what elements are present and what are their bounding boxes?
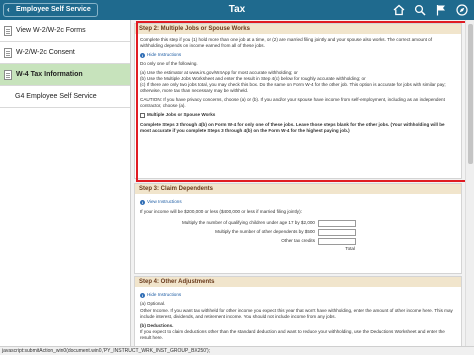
qualifying-children-input[interactable] [318,219,356,227]
info-icon: i [140,292,145,298]
hide-instructions-label: Hide Instructions [147,52,182,57]
optional-text: (a) Optional. [140,301,166,306]
total-label: Total [345,246,355,251]
document-icon [4,47,12,58]
multiple-jobs-checkbox-row: Multiple Jobs or Spouse Works [140,112,456,118]
scrollbar-thumb[interactable] [468,24,473,164]
sidebar-item-label: W-4 Tax Information [16,71,83,78]
sidebar-item-label: W-2/W-2c Consent [16,49,75,56]
multiple-jobs-checkbox-label: Multiple Jobs or Spouse Works [147,112,216,117]
main-scrollbar[interactable] [465,20,474,346]
multiple-jobs-checkbox[interactable] [140,112,145,118]
top-header: ‹ Employee Self Service Tax [0,0,474,20]
document-icon [4,25,12,36]
qualifying-children-label: Multiply the number of qualifying childr… [181,220,315,225]
sidebar-item-w4-tax-information[interactable]: W-4 Tax Information [0,64,130,86]
sidebar: View W-2/W-2c Forms W-2/W-2c Consent W-4… [0,20,131,355]
header-actions [393,3,468,17]
hide-instructions-link[interactable]: i Hide Instructions [140,292,456,298]
option-c-text: (c) If there are only two jobs total, yo… [140,82,446,93]
flag-icon[interactable] [435,4,447,16]
step2-title: Step 2: Multiple Jobs or Spouse Works [135,24,461,34]
info-icon: i [140,199,145,205]
hide-instructions-label: Hide Instructions [147,292,182,297]
other-dependents-row: Multiply the number of other dependents … [140,228,456,236]
step4-title: Step 4: Other Adjustments [135,277,461,287]
deductions-text: If you expect to claim deductions other … [140,329,445,340]
browser-status-bar: javascript:submitAction_win0(document.wi… [0,346,474,355]
other-tax-credits-input[interactable] [318,237,356,245]
step3-title: Step 3: Claim Dependents [135,184,461,194]
sidebar-item-label: G4 Employee Self Service [15,93,97,100]
view-instructions-label: View Instructions [147,199,182,204]
main-content: Step 2: Multiple Jobs or Spouse Works Co… [131,20,465,346]
do-only-one-text: Do only one of the following. [140,61,198,66]
info-icon: i [140,52,145,58]
home-icon[interactable] [393,4,405,16]
income-note: If your income will be $200,000 or less … [140,209,302,214]
step4-panel: Step 4: Other Adjustments i Hide Instruc… [134,276,462,346]
step2-panel: Step 2: Multiple Jobs or Spouse Works Co… [134,23,462,179]
other-tax-credits-row: Other tax credits [140,237,456,245]
hide-instructions-link[interactable]: i Hide Instructions [140,52,456,58]
complete-steps-note: Complete Steps 3 through 4(b) on Form W-… [140,122,445,133]
view-instructions-link[interactable]: i View Instructions [140,199,456,205]
caution-text: CAUTION: If you have privacy concerns, c… [140,97,445,108]
sidebar-item-view-w2[interactable]: View W-2/W-2c Forms [0,20,130,42]
other-income-text: Other Income. If you want tax withheld f… [140,308,453,319]
sidebar-item-g4-ess[interactable]: G4 Employee Self Service [0,86,130,108]
sidebar-item-label: View W-2/W-2c Forms [16,27,86,34]
other-dependents-label: Multiply the number of other dependents … [215,229,315,234]
search-icon[interactable] [414,4,426,16]
sidebar-item-w2-consent[interactable]: W-2/W-2c Consent [0,42,130,64]
other-dependents-input[interactable] [318,228,356,236]
other-tax-credits-label: Other tax credits [281,238,315,243]
step3-panel: Step 3: Claim Dependents i View Instruct… [134,183,462,274]
compass-icon[interactable] [456,4,468,16]
total-row: Total [140,246,456,254]
qualifying-children-row: Multiply the number of qualifying childr… [140,219,456,227]
document-icon [4,69,12,80]
step2-intro: Complete this step if you (1) hold more … [140,37,433,48]
